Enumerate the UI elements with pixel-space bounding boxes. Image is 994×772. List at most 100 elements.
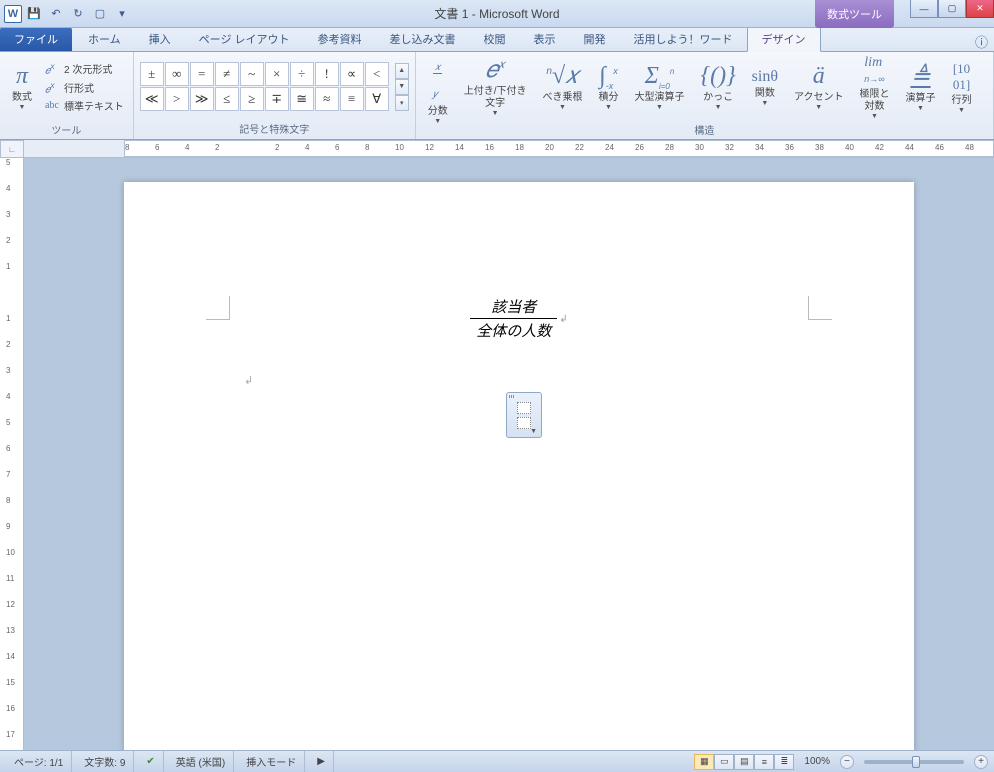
- symbol-cell[interactable]: ÷: [290, 62, 314, 86]
- horizontal-ruler[interactable]: 8642246810121416182022242628303234363840…: [124, 140, 994, 157]
- ruler-tick: 34: [755, 143, 764, 152]
- symbol-cell[interactable]: ±: [140, 62, 164, 86]
- document-page[interactable]: 該当者 全体の人数 ↲ ↲ ▼: [124, 182, 914, 750]
- tab-mailings[interactable]: 差し込み文書: [376, 27, 470, 51]
- symbol-cell[interactable]: ~: [240, 62, 264, 86]
- view-web-button[interactable]: ▤: [734, 754, 754, 770]
- ruler-tick: 4: [6, 392, 10, 401]
- equation-object[interactable]: 該当者 全体の人数 ↲: [214, 296, 824, 341]
- status-word-count[interactable]: 文字数: 9: [76, 751, 134, 772]
- tab-home[interactable]: ホーム: [74, 27, 135, 51]
- new-icon[interactable]: ▢: [90, 4, 110, 24]
- symbol-cell[interactable]: ∀: [365, 87, 389, 111]
- symbol-cell[interactable]: ≫: [190, 87, 214, 111]
- symbol-cell[interactable]: ≅: [290, 87, 314, 111]
- word-app-icon[interactable]: W: [4, 5, 22, 23]
- ruler-tick: 6: [155, 143, 159, 152]
- symbol-cell[interactable]: ≤: [215, 87, 239, 111]
- tab-view[interactable]: 表示: [520, 27, 570, 51]
- horizontal-ruler-area: ∟ 86422468101214161820222426283032343638…: [0, 140, 994, 158]
- qat-more-icon[interactable]: ▾: [112, 4, 132, 24]
- symbol-cell[interactable]: ≈: [315, 87, 339, 111]
- zoom-in-button[interactable]: +: [974, 755, 988, 769]
- symbol-cell[interactable]: ∝: [340, 62, 364, 86]
- ruler-tick: 22: [575, 143, 584, 152]
- view-outline-button[interactable]: ≡: [754, 754, 774, 770]
- symbol-cell[interactable]: <: [365, 62, 389, 86]
- tab-file[interactable]: ファイル: [0, 27, 72, 51]
- vertical-ruler[interactable]: 543211234567891011121314151617: [0, 158, 24, 750]
- page-scroll-container[interactable]: 該当者 全体の人数 ↲ ↲ ▼: [24, 158, 994, 750]
- maximize-button[interactable]: ▢: [938, 0, 966, 18]
- normal-text-button[interactable]: abc標準テキスト: [42, 97, 127, 114]
- undo-icon[interactable]: ↶: [46, 4, 66, 24]
- view-draft-button[interactable]: ≣: [774, 754, 794, 770]
- equation-button[interactable]: π 数式 ▼: [6, 54, 38, 120]
- close-button[interactable]: ✕: [966, 0, 994, 18]
- bracket-button[interactable]: {()}かっこ▼: [694, 54, 741, 120]
- symbol-cell[interactable]: ≠: [215, 62, 239, 86]
- view-fullscreen-button[interactable]: ▭: [714, 754, 734, 770]
- fraction-structure: 該当者 全体の人数: [470, 296, 557, 341]
- status-page[interactable]: ページ: 1/1: [6, 751, 72, 772]
- tab-insert[interactable]: 挿入: [135, 27, 185, 51]
- gallery-more-button[interactable]: ▾: [395, 95, 409, 111]
- ruler-tick: 7: [6, 470, 10, 479]
- ruler-tick: 38: [815, 143, 824, 152]
- zoom-slider[interactable]: [864, 760, 964, 764]
- placeholder-icon: [517, 402, 531, 414]
- redo-icon[interactable]: ↻: [68, 4, 88, 24]
- help-icon[interactable]: ⓘ: [975, 32, 988, 51]
- professional-format-button[interactable]: 𝑒x2 次元形式: [42, 60, 127, 77]
- gallery-prev-button[interactable]: ▲: [395, 63, 409, 79]
- symbol-cell[interactable]: ≡: [340, 87, 364, 111]
- ruler-tick: 28: [665, 143, 674, 152]
- tab-selector[interactable]: ∟: [0, 140, 24, 158]
- paste-options-button[interactable]: ▼: [506, 392, 542, 438]
- large-operator-button[interactable]: Σi=0n大型演算子▼: [628, 54, 690, 120]
- tab-design[interactable]: デザイン: [747, 26, 821, 52]
- radical-button[interactable]: n√𝑥べき乗根▼: [536, 54, 588, 120]
- operator-button[interactable]: ≜演算子▼: [900, 54, 942, 120]
- symbol-cell[interactable]: !: [315, 62, 339, 86]
- symbol-cell[interactable]: =: [190, 62, 214, 86]
- symbol-cell[interactable]: ×: [265, 62, 289, 86]
- gallery-next-button[interactable]: ▼: [395, 79, 409, 95]
- accent-button[interactable]: äアクセント▼: [788, 54, 850, 120]
- linear-format-button[interactable]: 𝑒x行形式: [42, 79, 127, 96]
- status-macro[interactable]: ▶: [309, 751, 334, 772]
- fraction-denominator[interactable]: 全体の人数: [470, 319, 557, 341]
- minimize-button[interactable]: —: [910, 0, 938, 18]
- tab-review[interactable]: 校閲: [470, 27, 520, 51]
- function-button[interactable]: sinθ関数▼: [746, 54, 784, 120]
- symbol-cell[interactable]: ≪: [140, 87, 164, 111]
- tab-page-layout[interactable]: ページ レイアウト: [185, 27, 304, 51]
- tab-leverage[interactable]: 活用しよう！ワード: [620, 27, 747, 51]
- fraction-numerator[interactable]: 該当者: [470, 296, 557, 319]
- symbol-cell[interactable]: ≥: [240, 87, 264, 111]
- tab-developer[interactable]: 開発: [570, 27, 620, 51]
- ruler-tick: 12: [425, 143, 434, 152]
- ruler-tick: 10: [6, 548, 15, 557]
- symbol-cell[interactable]: >: [165, 87, 189, 111]
- matrix-button[interactable]: [1001]行列▼: [946, 54, 978, 120]
- ruler-tick: 14: [6, 652, 15, 661]
- zoom-level-label[interactable]: 100%: [804, 756, 830, 767]
- ruler-tick: 1: [6, 262, 10, 271]
- save-icon[interactable]: 💾: [24, 4, 44, 24]
- view-print-layout-button[interactable]: ▦: [694, 754, 714, 770]
- tab-references[interactable]: 参考資料: [304, 27, 376, 51]
- limit-log-button[interactable]: limn→∞極限と 対数▼: [854, 54, 896, 120]
- integral-button[interactable]: ∫-xx積分▼: [592, 54, 624, 120]
- script-button[interactable]: 𝑒𝑥上付き/下付き 文字▼: [458, 54, 533, 120]
- status-spell-check[interactable]: ✔: [138, 751, 163, 772]
- symbol-cell[interactable]: ∞: [165, 62, 189, 86]
- ruler-tick: 2: [6, 236, 10, 245]
- fraction-button[interactable]: 𝑥𝑦分数▼: [422, 54, 454, 120]
- zoom-out-button[interactable]: −: [840, 755, 854, 769]
- symbol-cell[interactable]: ∓: [265, 87, 289, 111]
- ribbon-group-tools: π 数式 ▼ 𝑒x2 次元形式 𝑒x行形式 abc標準テキスト ツール: [0, 52, 134, 139]
- status-insert-mode[interactable]: 挿入モード: [238, 751, 305, 772]
- status-language[interactable]: 英語 (米国): [168, 751, 234, 772]
- zoom-slider-thumb[interactable]: [912, 756, 920, 768]
